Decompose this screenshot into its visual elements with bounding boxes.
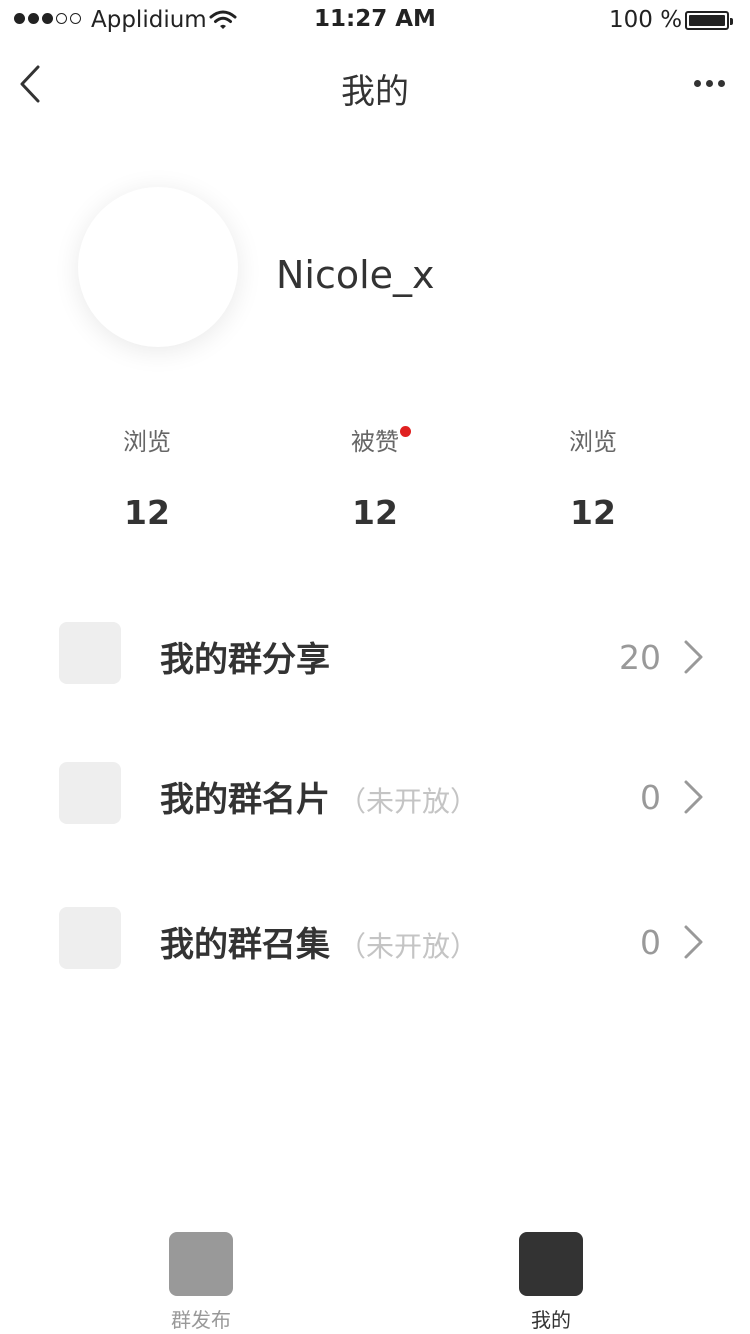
menu-item-title: 我的群分享 [160, 640, 330, 680]
chevron-right-icon [684, 780, 703, 814]
menu-item-group-share[interactable]: 我的群分享 20 [59, 622, 719, 684]
username: Nicole_x [276, 253, 435, 297]
battery-percent: 100 % [609, 7, 683, 33]
menu-item-note: （未开放） [338, 930, 479, 963]
tab-label: 我的 [531, 1308, 571, 1332]
more-icon [694, 79, 701, 87]
stat-label: 被赞 [351, 425, 411, 459]
chevron-right-icon [684, 925, 703, 959]
menu-item-count: 0 [640, 923, 661, 962]
stat-value: 12 [570, 493, 616, 532]
menu-item-count: 20 [619, 638, 661, 677]
chevron-right-icon [684, 640, 703, 674]
group-share-icon [59, 622, 121, 684]
tab-label: 群发布 [171, 1308, 231, 1332]
more-button[interactable] [694, 70, 734, 96]
battery-icon [685, 11, 733, 30]
stat-value: 12 [124, 493, 170, 532]
notification-badge [400, 426, 411, 437]
tab-mine[interactable]: 我的 [491, 1232, 611, 1333]
stat-label: 浏览 [123, 428, 171, 456]
menu-item-title: 我的群召集 [160, 925, 330, 965]
menu-item-note: （未开放） [338, 785, 479, 818]
stat-views[interactable]: 浏览 12 [57, 425, 237, 532]
stat-label: 浏览 [569, 428, 617, 456]
group-publish-icon [169, 1232, 233, 1296]
menu-item-group-card[interactable]: 我的群名片 （未开放） 0 [59, 762, 719, 824]
menu-item-group-recruit[interactable]: 我的群召集 （未开放） 0 [59, 907, 719, 969]
mine-icon [519, 1232, 583, 1296]
stat-value: 12 [352, 493, 398, 532]
tab-group-publish[interactable]: 群发布 [141, 1232, 261, 1333]
stat-views-2[interactable]: 浏览 12 [503, 425, 683, 532]
menu-item-count: 0 [640, 778, 661, 817]
menu-item-title: 我的群名片 [160, 780, 330, 820]
avatar[interactable] [78, 187, 238, 347]
stat-likes[interactable]: 被赞 12 [285, 425, 465, 532]
group-recruit-icon [59, 907, 121, 969]
group-card-icon [59, 762, 121, 824]
status-bar: Applidium 11:27 AM 100 % [0, 0, 750, 40]
page-title: 我的 [341, 72, 409, 112]
